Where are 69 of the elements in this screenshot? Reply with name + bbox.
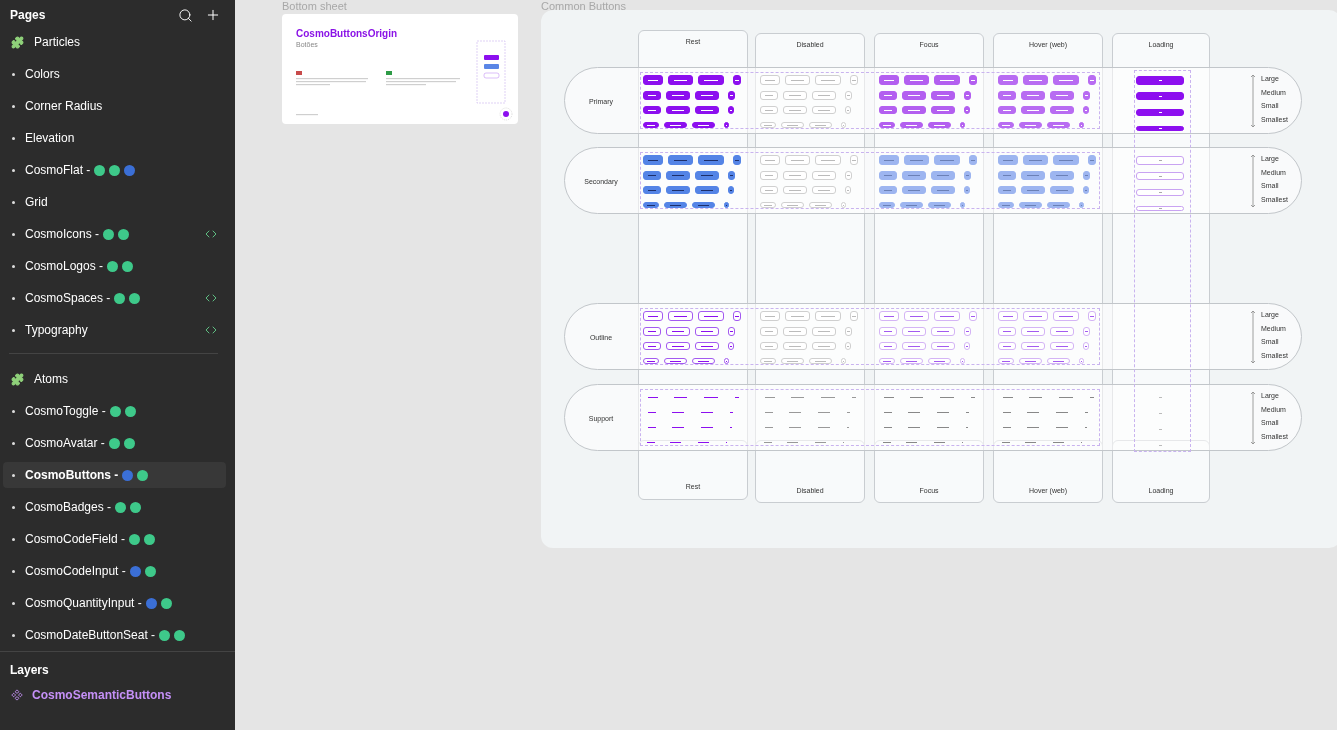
page-section[interactable]: Atoms: [0, 363, 235, 395]
page-name: Grid: [25, 195, 48, 209]
page-item[interactable]: CosmoAvatar -: [3, 430, 226, 456]
bullet-icon: [12, 232, 15, 236]
search-icon[interactable]: [178, 7, 193, 23]
puzzle-icon: [11, 372, 24, 386]
height-arrow-icon: [1250, 74, 1256, 128]
component-icon: [11, 689, 23, 701]
loading-button-drawing: [1136, 155, 1184, 213]
layer-item[interactable]: CosmoSemanticButtons: [0, 684, 235, 706]
pages-title: Pages: [10, 8, 46, 22]
page-name: Typography: [25, 323, 88, 337]
page-item[interactable]: Elevation: [3, 125, 226, 151]
bullet-icon: [12, 200, 15, 204]
page-name: CosmoBadges -: [25, 500, 112, 514]
page-name: Colors: [25, 67, 60, 81]
page-item[interactable]: CosmoToggle -: [3, 398, 226, 424]
page-item[interactable]: CosmoBadges -: [3, 494, 226, 520]
bullet-icon: [12, 633, 15, 637]
page-name: Corner Radius: [25, 99, 103, 113]
bullet-icon: [12, 473, 15, 477]
page-item[interactable]: Typography: [3, 317, 226, 343]
bullet-icon: [12, 328, 15, 332]
page-item[interactable]: CosmoCodeField -: [3, 526, 226, 552]
bullet-icon: [12, 168, 15, 172]
bullet-icon: [12, 441, 15, 445]
bullet-icon: [12, 136, 15, 140]
page-name: CosmoAvatar -: [25, 436, 105, 450]
page-item[interactable]: CosmoButtons -: [3, 462, 226, 488]
page-item[interactable]: Corner Radius: [3, 93, 226, 119]
page-item[interactable]: CosmoQuantityInput -: [3, 590, 226, 616]
page-name: CosmoCodeInput -: [25, 564, 126, 578]
bullet-icon: [12, 409, 15, 413]
page-section[interactable]: Particles: [0, 26, 235, 58]
page-name: CosmoSpaces -: [25, 291, 111, 305]
bullet-icon: [12, 601, 15, 605]
page-name: CosmoToggle -: [25, 404, 106, 418]
cover-title: CosmoButtonsOrigin: [296, 28, 398, 39]
bullet-icon: [12, 104, 15, 108]
page-name: CosmoFlat -: [25, 163, 91, 177]
page-item[interactable]: CosmoDateButtonSeat -: [3, 622, 226, 648]
frame-label: Common Buttons: [541, 0, 626, 12]
bullet-icon: [12, 296, 15, 300]
page-name: CosmoQuantityInput -: [25, 596, 142, 610]
bullet-icon: [12, 72, 15, 76]
page-item[interactable]: CosmoIcons -: [3, 221, 226, 247]
layers-title: Layers: [10, 663, 49, 677]
page-name: CosmoIcons -: [25, 227, 100, 241]
page-name: CosmoDateButtonSeat -: [25, 628, 156, 642]
page-name: CosmoCodeField -: [25, 532, 126, 546]
page-name: Elevation: [25, 131, 75, 145]
bullet-icon: [12, 537, 15, 541]
height-arrow-icon: [1250, 310, 1256, 364]
bullet-icon: [12, 505, 15, 509]
page-name: CosmoLogos -: [25, 259, 104, 273]
bullet-icon: [12, 264, 15, 268]
height-arrow-icon: [1250, 154, 1256, 208]
page-item[interactable]: CosmoCodeInput -: [3, 558, 226, 584]
page-item[interactable]: CosmoFlat -: [3, 157, 226, 183]
puzzle-icon: [11, 35, 24, 49]
height-arrow-icon: [1250, 391, 1256, 445]
page-item[interactable]: CosmoLogos -: [3, 253, 226, 279]
page-item[interactable]: Colors: [3, 61, 226, 87]
page-item[interactable]: CosmoSpaces -: [3, 285, 226, 311]
frame-label: Bottom sheet: [282, 0, 347, 12]
page-item[interactable]: Grid: [3, 189, 226, 215]
page-name: CosmoButtons -: [25, 468, 119, 482]
add-icon[interactable]: [205, 7, 221, 23]
bullet-icon: [12, 569, 15, 573]
